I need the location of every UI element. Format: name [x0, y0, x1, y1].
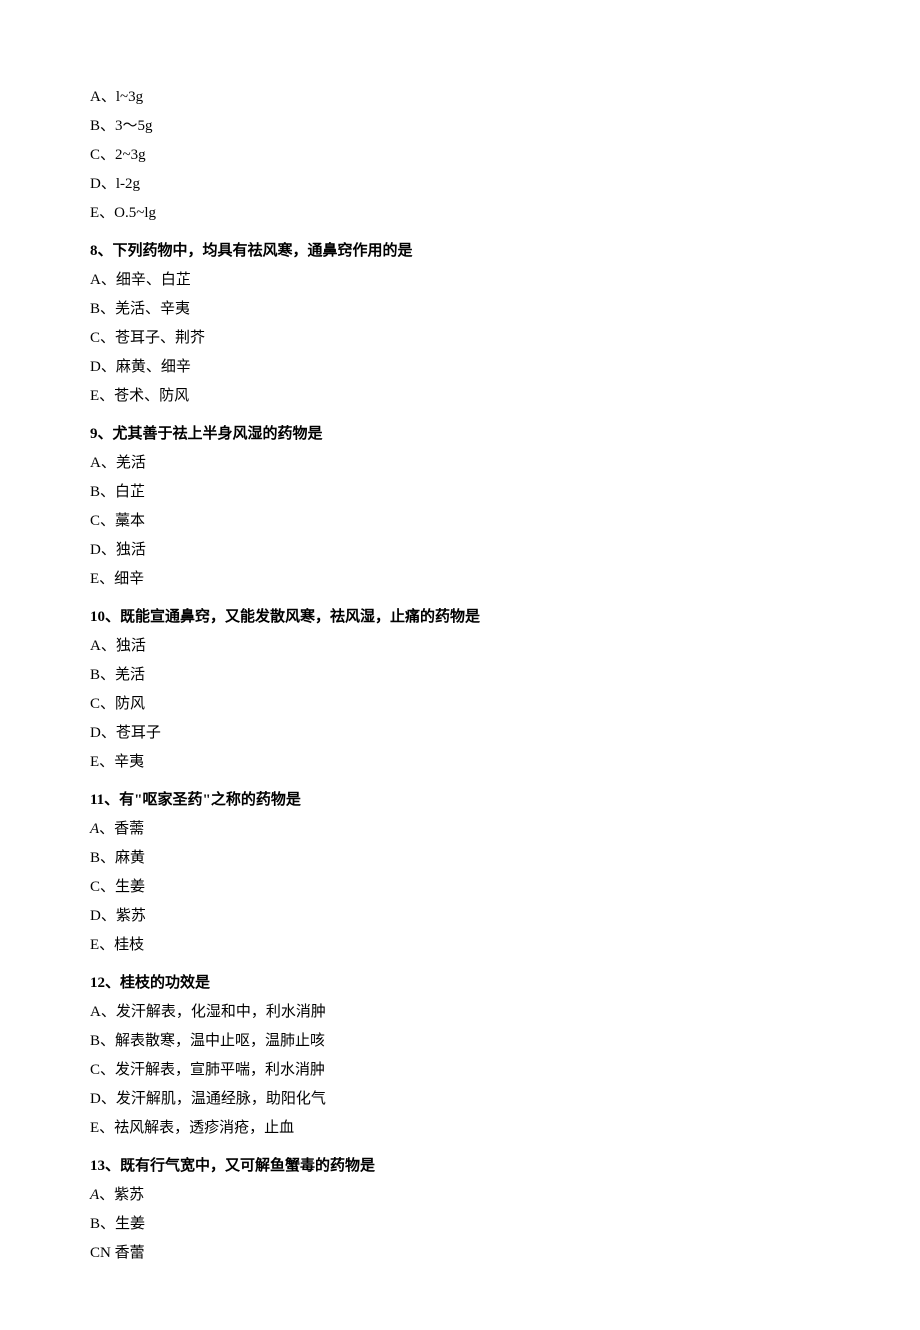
option-line: A、羌活 [90, 451, 830, 475]
option-line: D、麻黄、细辛 [90, 355, 830, 379]
option-line: A、l~3g [90, 85, 830, 109]
option-line: E、祛风解表，透疹消疮，止血 [90, 1116, 830, 1140]
option-line: B、解表散寒，温中止呕，温肺止咳 [90, 1029, 830, 1053]
question-line: 9、尤其善于祛上半身风湿的药物是 [90, 422, 830, 446]
option-line: D、发汗解肌，温通经脉，助阳化气 [90, 1087, 830, 1111]
question-line: 13、既有行气宽中，又可解鱼蟹毒的药物是 [90, 1154, 830, 1178]
option-line: E、苍术、防风 [90, 384, 830, 408]
option-line: D、紫苏 [90, 904, 830, 928]
option-line: B、羌活 [90, 663, 830, 687]
option-line: CN 香蕾 [90, 1241, 830, 1265]
option-line: A、紫苏 [90, 1183, 830, 1207]
question-line: 12、桂枝的功效是 [90, 971, 830, 995]
option-line: C、防风 [90, 692, 830, 716]
option-line: B、白芷 [90, 480, 830, 504]
option-line: D、苍耳子 [90, 721, 830, 745]
option-line: D、独活 [90, 538, 830, 562]
option-text: 、紫苏 [99, 1187, 144, 1203]
option-line: B、羌活、辛夷 [90, 297, 830, 321]
question-line: 10、既能宣通鼻窍，又能发散风寒，祛风湿，止痛的药物是 [90, 605, 830, 629]
option-line: C、2~3g [90, 143, 830, 167]
option-line: E、O.5~lg [90, 201, 830, 225]
question-line: 8、下列药物中，均具有祛风寒，通鼻窍作用的是 [90, 239, 830, 263]
option-text: 、香薷 [99, 821, 144, 837]
question-line: 11、有"呕家圣药"之称的药物是 [90, 788, 830, 812]
option-line: C、苍耳子、荆芥 [90, 326, 830, 350]
option-line: B、麻黄 [90, 846, 830, 870]
option-line: B、生姜 [90, 1212, 830, 1236]
option-line: B、3～5g [90, 114, 830, 138]
option-line: A、细辛、白芷 [90, 268, 830, 292]
option-line: E、桂枝 [90, 933, 830, 957]
document-body: A、l~3g B、3～5g C、2~3g D、l-2g E、O.5~lg 8、下列药物中，… [90, 85, 830, 1265]
option-line: E、细辛 [90, 567, 830, 591]
option-line: C、藁本 [90, 509, 830, 533]
option-prefix: A [90, 1187, 99, 1203]
option-line: E、辛夷 [90, 750, 830, 774]
option-prefix: A [90, 821, 99, 837]
option-line: A、香薷 [90, 817, 830, 841]
option-line: D、l-2g [90, 172, 830, 196]
option-line: A、发汗解表，化湿和中，利水消肿 [90, 1000, 830, 1024]
option-line: A、独活 [90, 634, 830, 658]
option-line: C、发汗解表，宣肺平喘，利水消肿 [90, 1058, 830, 1082]
option-line: C、生姜 [90, 875, 830, 899]
